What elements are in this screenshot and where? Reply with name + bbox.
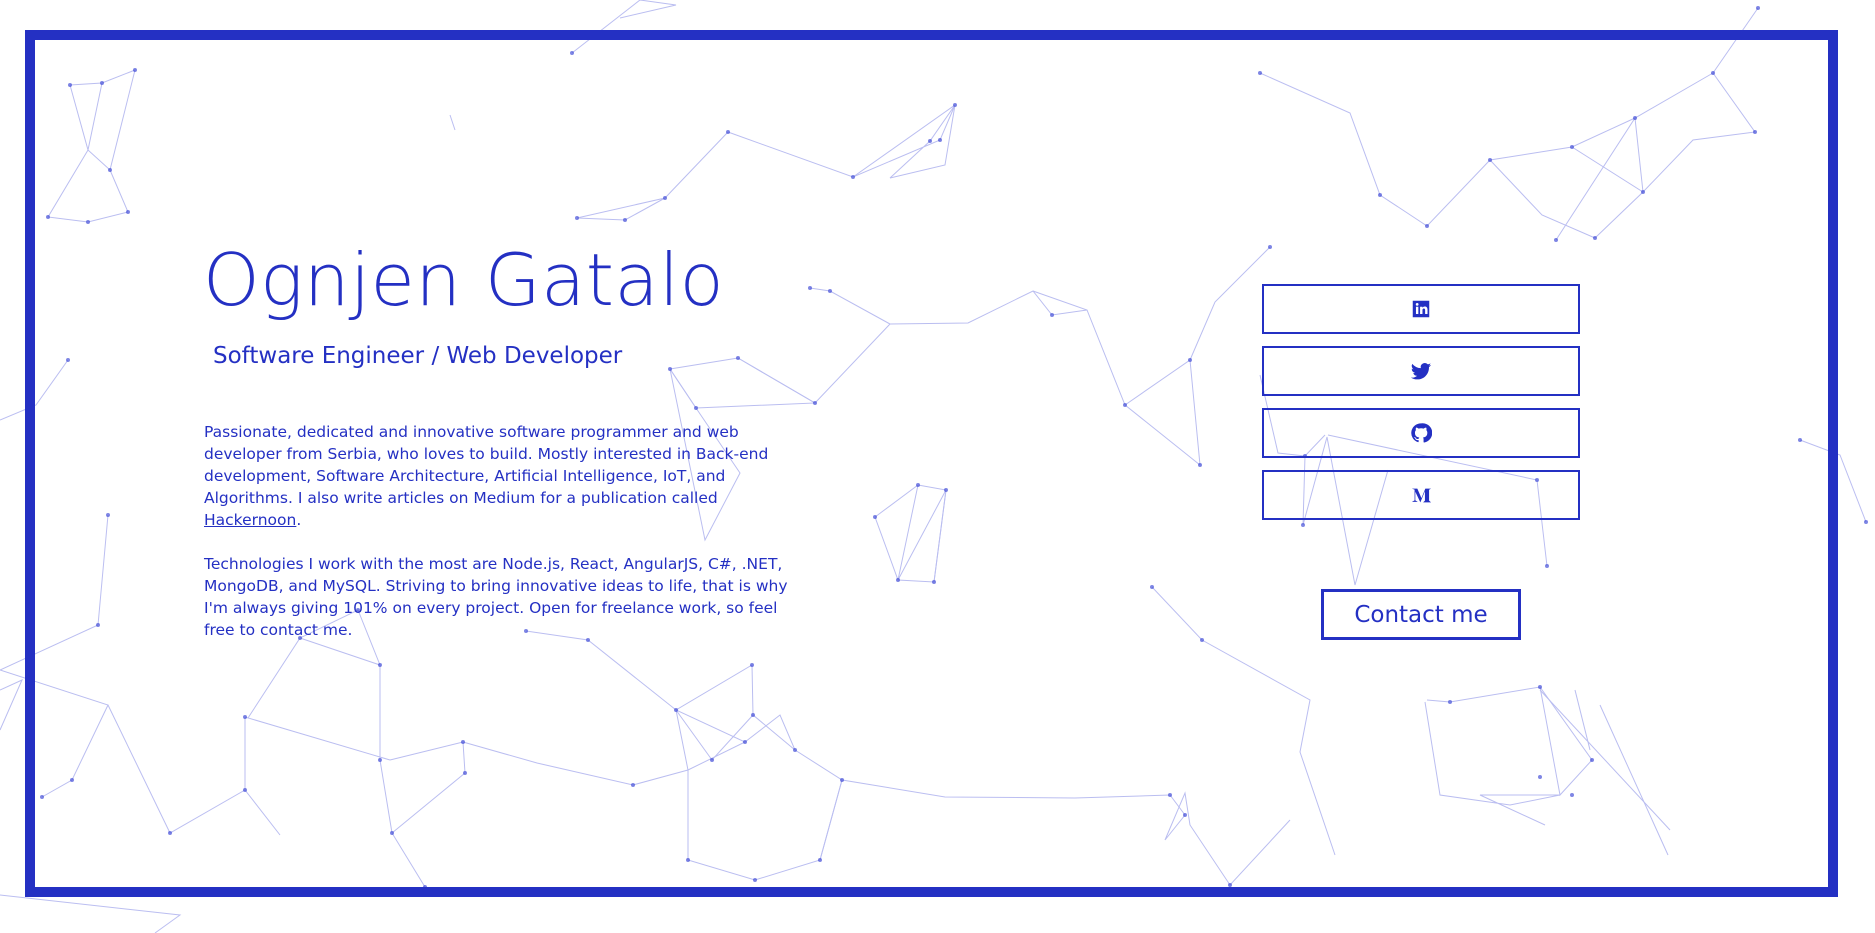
github-button[interactable]	[1262, 408, 1580, 458]
twitter-button[interactable]	[1262, 346, 1580, 396]
linkedin-button[interactable]	[1262, 284, 1580, 334]
twitter-icon	[1410, 363, 1432, 380]
github-icon	[1411, 423, 1432, 443]
bio-paragraph-1-text: Passionate, dedicated and innovative sof…	[204, 423, 769, 507]
bio-paragraph-1-end: .	[296, 511, 302, 529]
hackernoon-link[interactable]: Hackernoon	[204, 511, 296, 529]
main-content: Ognjen Gatalo Software Engineer / Web De…	[0, 0, 1875, 933]
linkedin-icon	[1412, 300, 1430, 318]
medium-button[interactable]	[1262, 470, 1580, 520]
bio-paragraph-1: Passionate, dedicated and innovative sof…	[204, 421, 804, 531]
bio-section: Passionate, dedicated and innovative sof…	[204, 421, 804, 663]
bio-paragraph-2: Technologies I work with the most are No…	[204, 555, 788, 639]
medium-icon	[1411, 488, 1432, 503]
contact-me-button[interactable]: Contact me	[1321, 589, 1521, 640]
page-title: Ognjen Gatalo	[203, 238, 725, 322]
role-subtitle: Software Engineer / Web Developer	[213, 343, 623, 369]
